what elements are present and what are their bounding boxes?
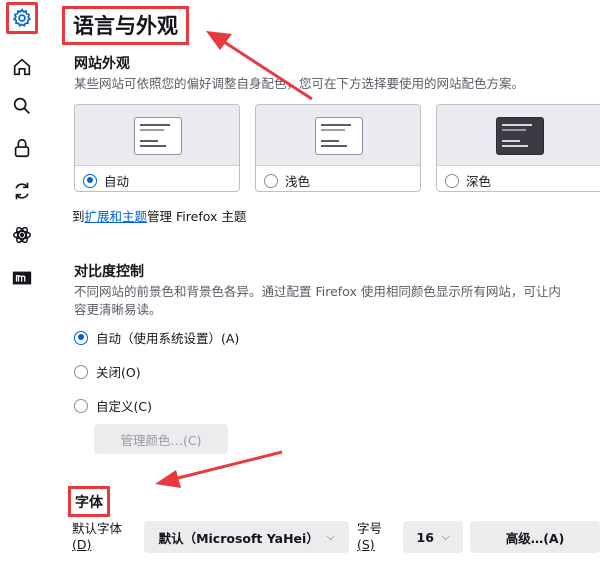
contrast-option-off-label: 关闭(O) — [96, 365, 141, 380]
contrast-option-off[interactable]: 关闭(O) — [74, 362, 141, 381]
manage-prefix: 到 — [72, 209, 85, 224]
default-font-value: 默认（Microsoft YaHei） — [158, 530, 319, 546]
default-font-select[interactable]: 默认（Microsoft YaHei） ⌵ — [144, 521, 349, 553]
default-font-accesskey: (D) — [72, 537, 92, 552]
window-preview — [315, 117, 363, 155]
theme-label-dark: 深色 — [466, 174, 492, 189]
sidebar-item-more-from-mozilla[interactable] — [6, 219, 38, 251]
theme-card-light[interactable]: 浅色 — [255, 104, 421, 192]
sidebar-item-general[interactable] — [6, 2, 38, 34]
atom-icon — [13, 226, 31, 244]
mozilla-m-icon — [12, 271, 32, 285]
chevron-down-icon: ⌵ — [441, 531, 450, 543]
manage-suffix: 管理 Firefox 主题 — [147, 209, 247, 224]
sidebar-item-search[interactable] — [6, 90, 38, 122]
advanced-fonts-label: 高级…(A) — [505, 530, 565, 546]
sidebar-item-privacy[interactable] — [6, 132, 38, 164]
contrast-heading: 对比度控制 — [74, 264, 144, 280]
search-icon — [13, 97, 30, 114]
font-size-accesskey: (S) — [357, 537, 375, 552]
advanced-fonts-button[interactable]: 高级…(A) — [470, 521, 600, 553]
font-size-select[interactable]: 16 ⌵ — [403, 521, 463, 553]
radio-dark[interactable] — [445, 173, 459, 188]
sidebar-item-mozilla[interactable] — [6, 262, 38, 294]
sidebar-item-sync[interactable] — [6, 175, 38, 207]
font-size-value: 16 — [416, 529, 434, 545]
theme-preview-light — [256, 105, 420, 166]
chevron-down-icon: ⌵ — [326, 531, 335, 543]
gear-icon — [12, 8, 32, 28]
radio-contrast-custom[interactable] — [74, 398, 88, 413]
contrast-option-auto-label: 自动（使用系统设置）(A) — [96, 331, 240, 346]
contrast-desc-line2: 容更清晰易读。 — [74, 302, 162, 317]
main-content: 语言与外观 网站外观 某些网站可依照您的偏好调整自身配色，您可在下方选择要使用的… — [60, 0, 600, 577]
lock-icon — [14, 138, 30, 158]
home-icon — [13, 58, 31, 76]
contrast-option-custom-label: 自定义(C) — [96, 399, 152, 414]
radio-contrast-off[interactable] — [74, 364, 88, 379]
fonts-heading: 字体 — [68, 486, 110, 517]
sidebar-item-home[interactable] — [6, 51, 38, 83]
theme-label-auto: 自动 — [104, 174, 130, 189]
font-size-label-text: 字号 — [357, 521, 383, 536]
default-font-label: 默认字体 (D) — [72, 521, 122, 553]
theme-card-auto[interactable]: 自动 — [74, 104, 240, 192]
extensions-themes-link[interactable]: 扩展和主题 — [85, 209, 148, 224]
website-appearance-heading: 网站外观 — [74, 56, 130, 72]
window-preview — [134, 117, 182, 155]
website-appearance-desc: 某些网站可依照您的偏好调整自身配色，您可在下方选择要使用的网站配色方案。 — [74, 76, 525, 91]
font-size-label: 字号 (S) — [357, 521, 382, 553]
window-preview — [496, 117, 544, 155]
radio-contrast-auto[interactable] — [74, 330, 88, 345]
radio-light[interactable] — [264, 173, 278, 188]
page-title: 语言与外观 — [62, 6, 189, 45]
contrast-desc-line1: 不同网站的前景色和背景色各异。通过配置 Firefox 使用相同颜色显示所有网站… — [74, 284, 561, 299]
theme-preview-auto — [75, 105, 239, 166]
theme-card-dark[interactable]: 深色 — [436, 104, 600, 192]
default-font-label-text: 默认字体 — [72, 521, 123, 536]
sidebar — [0, 0, 46, 577]
manage-themes-line: 到扩展和主题管理 Firefox 主题 — [72, 206, 246, 225]
contrast-option-custom[interactable]: 自定义(C) — [74, 396, 152, 415]
theme-preview-dark — [437, 105, 600, 166]
theme-label-light: 浅色 — [285, 174, 311, 189]
manage-colors-button[interactable]: 管理颜色…(C) — [94, 424, 228, 454]
radio-auto[interactable] — [83, 173, 97, 188]
contrast-option-auto[interactable]: 自动（使用系统设置）(A) — [74, 328, 239, 347]
sync-icon — [15, 182, 29, 200]
